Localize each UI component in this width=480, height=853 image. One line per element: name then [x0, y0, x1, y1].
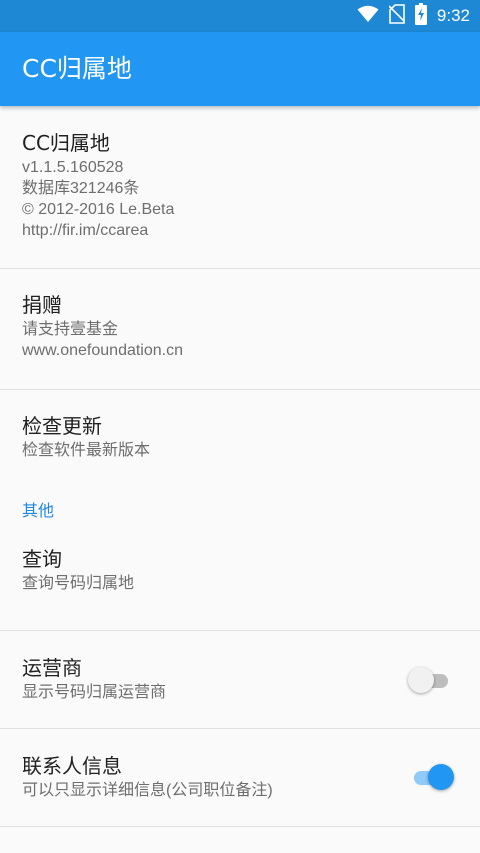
no-sim-icon: [388, 4, 406, 28]
query-summary: 查询号码归属地: [22, 575, 135, 592]
app-bar: CC归属地: [0, 32, 480, 106]
about-url: http://fir.im/ccarea: [22, 222, 149, 239]
query-item[interactable]: 查询 查询号码归属地: [0, 534, 480, 631]
carrier-toggle[interactable]: [408, 666, 454, 696]
contact-info-toggle-thumb: [428, 764, 454, 790]
donate-summary: 请支持壹基金: [22, 321, 119, 338]
app-title: CC归属地: [22, 54, 132, 83]
check-update-item[interactable]: 检查更新 检查软件最新版本: [0, 390, 480, 488]
category-other: 其他: [22, 501, 55, 520]
status-icons: 9:32: [347, 0, 470, 32]
battery-charging-icon: [414, 3, 427, 29]
about-item[interactable]: CC归属地 v1.1.5.160528 数据库321246条 © 2012-20…: [0, 106, 480, 269]
check-update-summary: 检查软件最新版本: [22, 442, 151, 459]
status-bar: 9:32: [0, 0, 480, 32]
donate-item[interactable]: 捐赠 请支持壹基金 www.onefoundation.cn: [0, 269, 480, 390]
about-title: CC归属地: [22, 131, 110, 155]
carrier-toggle-thumb: [408, 667, 434, 693]
settings-list: CC归属地 v1.1.5.160528 数据库321246条 © 2012-20…: [0, 106, 480, 827]
query-title: 查询: [22, 547, 62, 571]
wifi-icon: [357, 5, 379, 27]
donate-title: 捐赠: [22, 293, 62, 317]
carrier-item[interactable]: 运营商 显示号码归属运营商: [0, 631, 480, 729]
contact-info-toggle[interactable]: [408, 763, 454, 793]
about-version: v1.1.5.160528: [22, 159, 124, 176]
about-database: 数据库321246条: [22, 180, 140, 197]
check-update-title: 检查更新: [22, 414, 102, 438]
donate-url: www.onefoundation.cn: [22, 342, 183, 359]
status-time: 9:32: [436, 6, 470, 25]
about-copyright: © 2012-2016 Le.Beta: [22, 201, 175, 218]
contact-info-item[interactable]: 联系人信息 可以只显示详细信息(公司职位备注): [0, 729, 480, 827]
